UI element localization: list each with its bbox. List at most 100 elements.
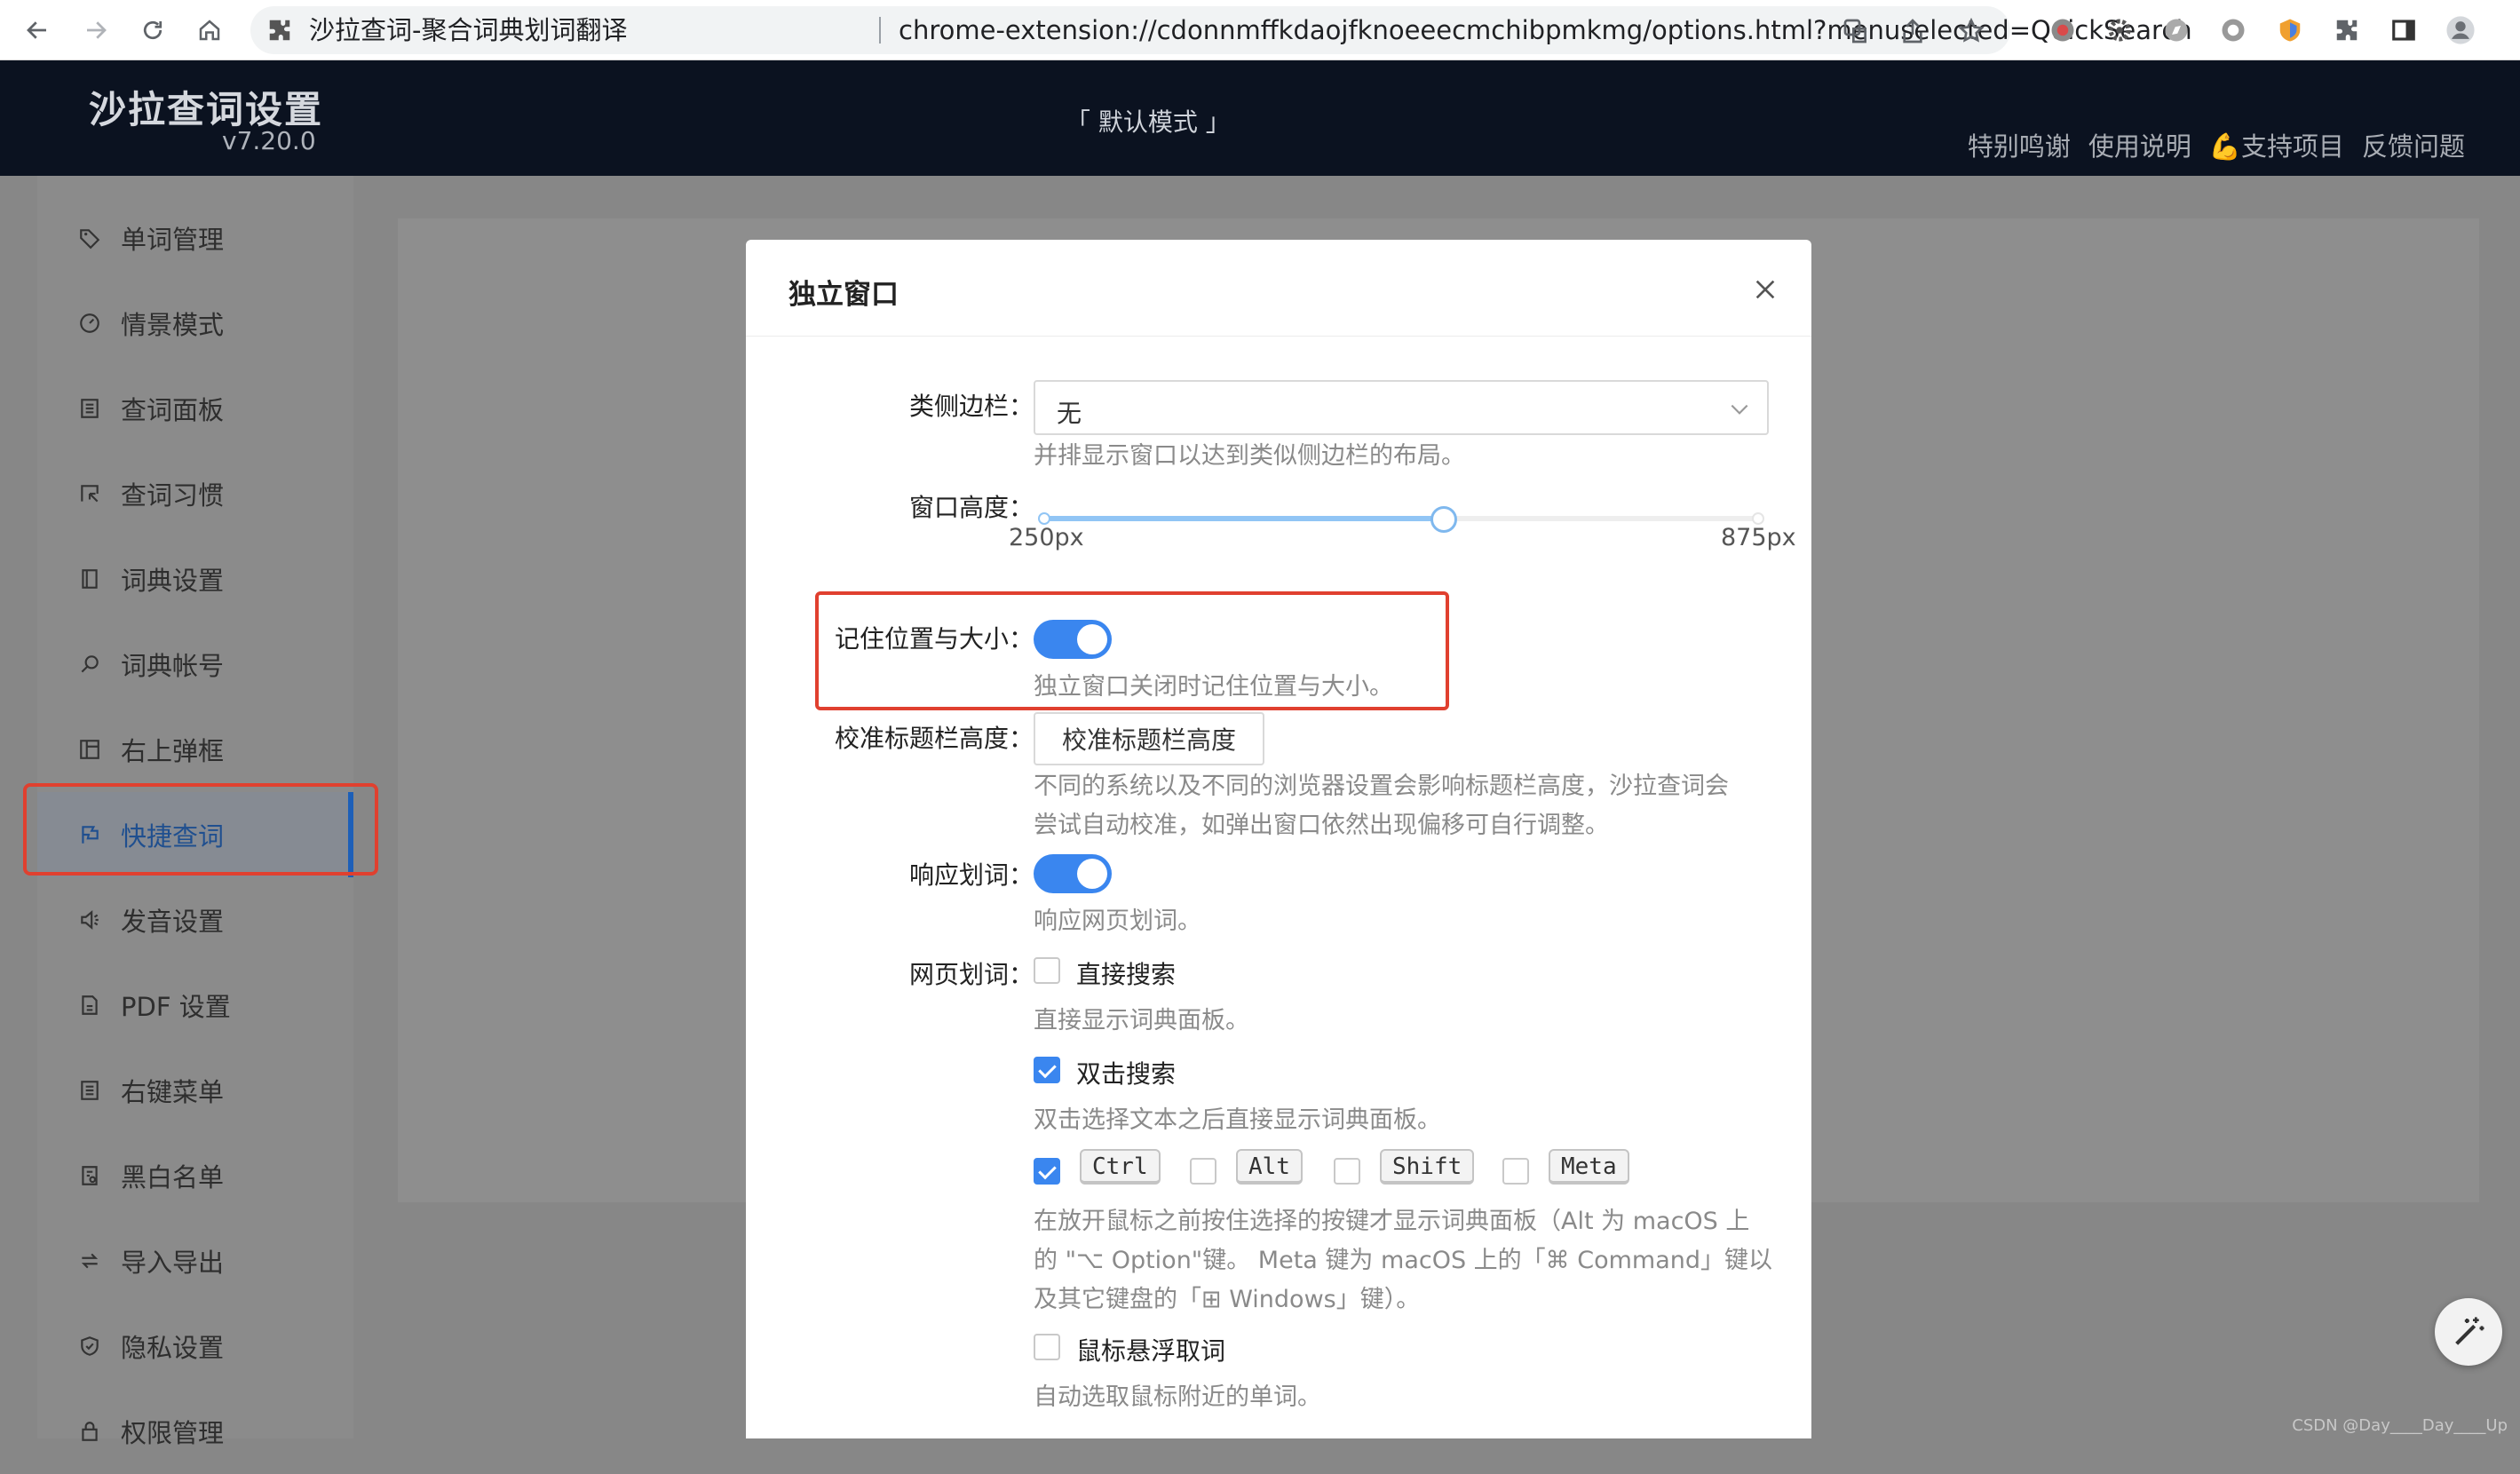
window-height-label: 窗口高度： [908,493,1034,522]
file-icon [76,992,103,1018]
tag-icon [76,225,103,251]
sidebar-item-dict-panel[interactable]: 查词面板 [37,366,353,451]
share-icon[interactable] [1898,17,1927,45]
sidebar-item-search-habits[interactable]: 查词习惯 [37,451,353,536]
puzzle-icon[interactable] [2330,13,2364,47]
arrow-left-icon [27,21,46,39]
reload-icon [143,20,162,40]
calibrate-label: 校准标题栏高度： [834,724,1034,753]
magic-wand-icon [2455,1317,2484,1345]
layout-icon [76,736,103,763]
direct-search-checkbox[interactable] [1034,957,1060,984]
shield-extension-icon[interactable] [2273,13,2307,47]
double-click-search-help: 双击选择文本之后直接显示词典面板。 [1034,1106,1441,1134]
forward-button[interactable] [75,9,117,52]
sidebar-item-popup[interactable]: 右上弹框 [37,707,353,792]
sidebar-item-blacklist[interactable]: 黑白名单 [37,1133,353,1218]
keys-help-line1: 在放开鼠标之前按住选择的按键才显示词典面板（Alt 为 macOS 上 [1034,1208,1750,1235]
sidebar-item-dict-accounts[interactable]: 词典帐号 [37,622,353,707]
profile-mode[interactable]: 「 默认模式 」 [1066,103,1231,139]
sidebar-item-label: 词典设置 [121,566,225,596]
keys-help-line3: 及其它键盘的「⊞ Windows」键）。 [1034,1286,1421,1313]
sidebar-annotation-box [23,783,378,876]
slider-handle[interactable] [1430,506,1458,533]
sidebar-item-label: 黑白名单 [121,1162,225,1193]
header-link-usage[interactable]: 使用说明 [2088,126,2191,163]
address-bar[interactable]: 沙拉查词-聚合词典划词翻译 chrome-extension://cdonnmf… [250,6,2192,54]
sidebar-item-pdf[interactable]: PDF 设置 [37,963,353,1048]
home-icon [199,20,220,41]
extension-circle-icon[interactable] [2216,13,2250,47]
alt-key-badge: Alt [1236,1149,1303,1185]
alt-key-checkbox[interactable] [1190,1158,1216,1185]
back-button[interactable] [16,9,59,52]
slider-max-label: 875px [1721,524,1796,551]
sidebar-like-help: 并排显示窗口以达到类似侧边栏的布局。 [1034,442,1465,470]
calibrate-help-line1: 不同的系统以及不同的浏览器设置会影响标题栏高度，沙拉查词会 [1034,773,1729,800]
sidebar-item-word-manage[interactable]: 单词管理 [37,195,353,281]
cursor-select-icon [76,480,103,507]
sidebar-like-select[interactable]: 无 [1034,380,1769,435]
sidebar-item-label: 右上弹框 [121,736,225,766]
swap-icon [76,1248,103,1274]
ctrl-key-checkbox[interactable] [1034,1158,1060,1185]
extension-record-icon[interactable] [2046,13,2080,47]
sidebar-item-scene-mode[interactable]: 情景模式 [37,281,353,366]
slider-min-label: 250px [1009,524,1084,551]
watermark: CSDN @Day____Day____Up [2292,1416,2508,1435]
page-title: 沙拉查词-聚合词典划词翻译 [309,15,628,45]
sidebar-item-pronunciation[interactable]: 发音设置 [37,877,353,963]
app-version: v7.20.0 [222,126,316,155]
sidebar-item-label: 查词面板 [121,395,225,425]
sound-icon [76,907,103,933]
star-icon[interactable] [1957,17,1985,45]
double-click-search-checkbox[interactable] [1034,1057,1060,1083]
direct-search-label[interactable]: 直接搜索 [1076,955,1176,991]
profile-avatar-icon[interactable] [2444,13,2477,47]
hover-select-label[interactable]: 鼠标悬浮取词 [1076,1332,1225,1367]
url-text[interactable]: chrome-extension://cdonnmffkdaojfknoeeec… [899,15,2192,45]
lock-icon [76,1418,103,1445]
sidebar-item-context-menu[interactable]: 右键菜单 [37,1048,353,1133]
window-height-slider[interactable] [1038,501,1764,536]
sidebar-item-import-export[interactable]: 导入导出 [37,1218,353,1304]
ctrl-key-badge: Ctrl [1080,1149,1161,1185]
header-link-support[interactable]: 💪支持项目 [2209,126,2344,163]
sidebar-item-label: 词典帐号 [121,651,225,681]
calibrate-help-line2: 尝试自动校准，如弹出窗口依然出现偏移可自行调整。 [1034,812,1609,839]
sidebar-item-privacy[interactable]: 隐私设置 [37,1304,353,1389]
translate-icon[interactable] [1842,17,1870,45]
slider-track [1042,516,1445,521]
gear-icon[interactable] [2103,13,2136,47]
meta-key-checkbox[interactable] [1502,1158,1529,1185]
calibrate-button[interactable]: 校准标题栏高度 [1034,712,1264,765]
hover-select-help: 自动选取鼠标附近的单词。 [1034,1383,1321,1411]
slider-max-dot [1752,512,1764,525]
keys-help-line2: 的 "⌥ Option"键。 Meta 键为 macOS 上的「⌘ Comman… [1034,1247,1773,1274]
side-panel-icon[interactable] [2387,13,2421,47]
compass-icon[interactable] [2159,13,2193,47]
puzzle-icon [269,20,290,41]
close-icon[interactable] [1751,275,1779,304]
sidebar-item-label: 情景模式 [121,310,225,340]
double-click-search-label[interactable]: 双击搜索 [1076,1055,1176,1090]
magic-wand-button[interactable] [2435,1298,2502,1366]
modal-title: 独立窗口 [788,279,899,311]
slider-min-dot [1038,512,1050,525]
title-url-separator [879,17,881,44]
header-link-thanks[interactable]: 特别鸣谢 [1968,126,2071,163]
sidebar-item-dict-settings[interactable]: 词典设置 [37,536,353,622]
sidebar-item-label: 查词习惯 [121,480,225,511]
hover-select-checkbox[interactable] [1034,1334,1060,1360]
sidebar-item-permissions[interactable]: 权限管理 [37,1389,353,1474]
respond-selection-toggle[interactable] [1034,854,1112,893]
reload-button[interactable] [131,9,174,52]
home-button[interactable] [188,9,231,52]
shift-key-badge: Shift [1380,1149,1475,1185]
toggle-knob [1077,859,1107,889]
book-icon [76,566,103,592]
shift-key-checkbox[interactable] [1334,1158,1360,1185]
header-link-feedback[interactable]: 反馈问题 [2362,126,2465,163]
sidebar-item-label: PDF 设置 [121,992,231,1022]
remember-annotation-box [815,591,1449,710]
